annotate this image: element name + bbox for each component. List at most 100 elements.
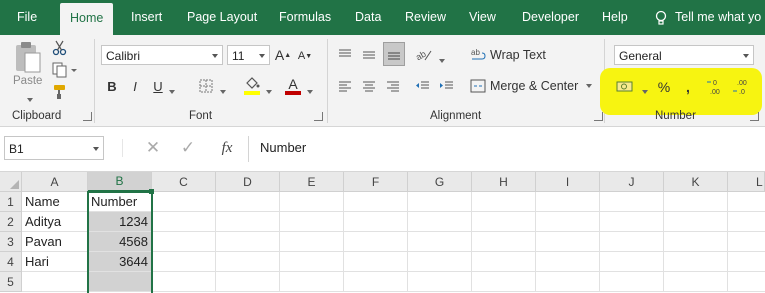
italic-button[interactable]: I (127, 76, 143, 96)
clipboard-dialog-launcher-icon[interactable] (83, 112, 92, 121)
tab-review[interactable]: Review (405, 0, 446, 35)
orientation-icon[interactable]: ab (413, 45, 435, 65)
underline-button[interactable]: U (150, 76, 166, 96)
column-header-a[interactable]: A (22, 172, 88, 192)
tab-help[interactable]: Help (602, 0, 628, 35)
name-box-value: B1 (9, 142, 24, 156)
borders-dropdown[interactable] (220, 90, 226, 94)
clipboard-group-label: Clipboard (12, 110, 62, 122)
fill-handle[interactable] (149, 189, 154, 194)
cancel-icon[interactable]: ✕ (143, 138, 163, 158)
cell-a5[interactable] (22, 272, 88, 292)
column-header-b[interactable]: B (88, 172, 152, 192)
tell-me-search[interactable]: Tell me what yo (655, 0, 761, 35)
cut-icon[interactable] (50, 38, 70, 58)
increase-decimal-icon[interactable]: 0.00 (706, 75, 730, 99)
merge-center-label: Merge & Center (490, 79, 579, 93)
align-middle-icon[interactable] (359, 45, 379, 65)
paste-icon[interactable] (10, 39, 44, 75)
wrap-text-icon: ab (471, 48, 486, 60)
comma-style-icon[interactable]: , (680, 77, 696, 97)
wrap-text-label: Wrap Text (490, 48, 546, 62)
enter-icon[interactable]: ✓ (178, 138, 198, 158)
orientation-dropdown[interactable] (439, 59, 445, 63)
increase-font-size-icon[interactable]: A ▲ (274, 45, 292, 65)
copy-icon[interactable] (50, 60, 80, 80)
align-right-icon[interactable] (383, 76, 403, 96)
decrease-font-size-icon[interactable]: A ▼ (296, 47, 314, 65)
column-header-l[interactable]: L (728, 172, 765, 192)
fill-color-dropdown[interactable] (266, 90, 272, 94)
alignment-dialog-launcher-icon[interactable] (594, 112, 603, 121)
cell-a1[interactable]: Name (22, 192, 88, 212)
cell-b5[interactable] (88, 272, 152, 292)
column-header-k[interactable]: K (664, 172, 728, 192)
font-name-dropdown[interactable]: Calibri (101, 45, 223, 65)
column-header-g[interactable]: G (408, 172, 472, 192)
decrease-decimal-icon[interactable]: .00.0 (732, 75, 756, 99)
font-size-dropdown[interactable]: 11 (227, 45, 270, 65)
align-left-icon[interactable] (335, 76, 355, 96)
number-dialog-launcher-icon[interactable] (750, 112, 759, 121)
row-header-2[interactable]: 2 (0, 212, 22, 232)
align-center-icon[interactable] (359, 76, 379, 96)
font-color-dropdown[interactable] (307, 90, 313, 94)
alignment-group-label: Alignment (430, 110, 482, 122)
ribbon-home: Paste Clipboard Calibri 11 A ▲ A ▼ B I U A… (0, 35, 765, 127)
column-header-i[interactable]: I (536, 172, 600, 192)
borders-icon[interactable] (197, 76, 215, 96)
cell-a2[interactable]: Aditya (22, 212, 88, 232)
cell-b2[interactable]: 1234 (88, 212, 152, 232)
accounting-format-dropdown[interactable] (642, 90, 648, 94)
merge-center-dropdown[interactable] (586, 84, 593, 88)
tab-file[interactable]: File (17, 0, 37, 35)
row-header-5[interactable]: 5 (0, 272, 22, 292)
divider (122, 139, 123, 157)
cell-b3[interactable]: 4568 (88, 232, 152, 252)
format-painter-icon[interactable] (50, 82, 70, 102)
decrease-indent-icon[interactable] (413, 76, 433, 96)
name-box[interactable]: B1 (4, 136, 104, 160)
column-header-e[interactable]: E (280, 172, 344, 192)
column-header-h[interactable]: H (472, 172, 536, 192)
tab-developer[interactable]: Developer (522, 0, 579, 35)
number-format-dropdown[interactable]: General (614, 45, 754, 65)
paste-dropdown[interactable] (27, 98, 33, 102)
bold-button[interactable]: B (104, 76, 120, 96)
row-header-3[interactable]: 3 (0, 232, 22, 252)
fill-color-icon[interactable] (242, 75, 262, 97)
tab-insert[interactable]: Insert (131, 0, 162, 35)
align-bottom-icon[interactable] (383, 42, 405, 66)
formula-input[interactable]: Number (260, 140, 306, 155)
wrap-text-button[interactable]: ab Wrap Text (470, 44, 550, 66)
select-all-corner[interactable] (0, 172, 22, 192)
merge-center-button[interactable]: Merge & Center (470, 75, 598, 97)
paste-label: Paste (13, 75, 43, 87)
svg-text:.0: .0 (739, 89, 745, 96)
cell-b4[interactable]: 3644 (88, 252, 152, 272)
column-header-c[interactable]: C (152, 172, 216, 192)
column-header-f[interactable]: F (344, 172, 408, 192)
tab-view[interactable]: View (469, 0, 496, 35)
cell-a3[interactable]: Pavan (22, 232, 88, 252)
insert-function-icon[interactable]: fx (214, 138, 240, 158)
tell-me-label: Tell me what yo (675, 10, 762, 24)
align-top-icon[interactable] (335, 45, 355, 65)
column-header-d[interactable]: D (216, 172, 280, 192)
row-header-1[interactable]: 1 (0, 192, 22, 212)
accounting-format-icon[interactable] (614, 77, 638, 97)
font-color-icon[interactable]: A (284, 75, 302, 97)
underline-dropdown[interactable] (169, 90, 175, 94)
column-header-j[interactable]: J (600, 172, 664, 192)
increase-indent-icon[interactable] (437, 76, 457, 96)
percent-style-icon[interactable]: % (656, 77, 672, 97)
cell-a4[interactable]: Hari (22, 252, 88, 272)
font-dialog-launcher-icon[interactable] (314, 112, 323, 121)
tab-formulas[interactable]: Formulas (279, 0, 331, 35)
tab-page-layout[interactable]: Page Layout (187, 0, 257, 35)
row-header-4[interactable]: 4 (0, 252, 22, 272)
tab-home[interactable]: Home (60, 3, 114, 35)
tab-data[interactable]: Data (355, 0, 381, 35)
cell-b1[interactable]: Number (88, 192, 152, 212)
empty-cells-area[interactable] (152, 192, 765, 292)
